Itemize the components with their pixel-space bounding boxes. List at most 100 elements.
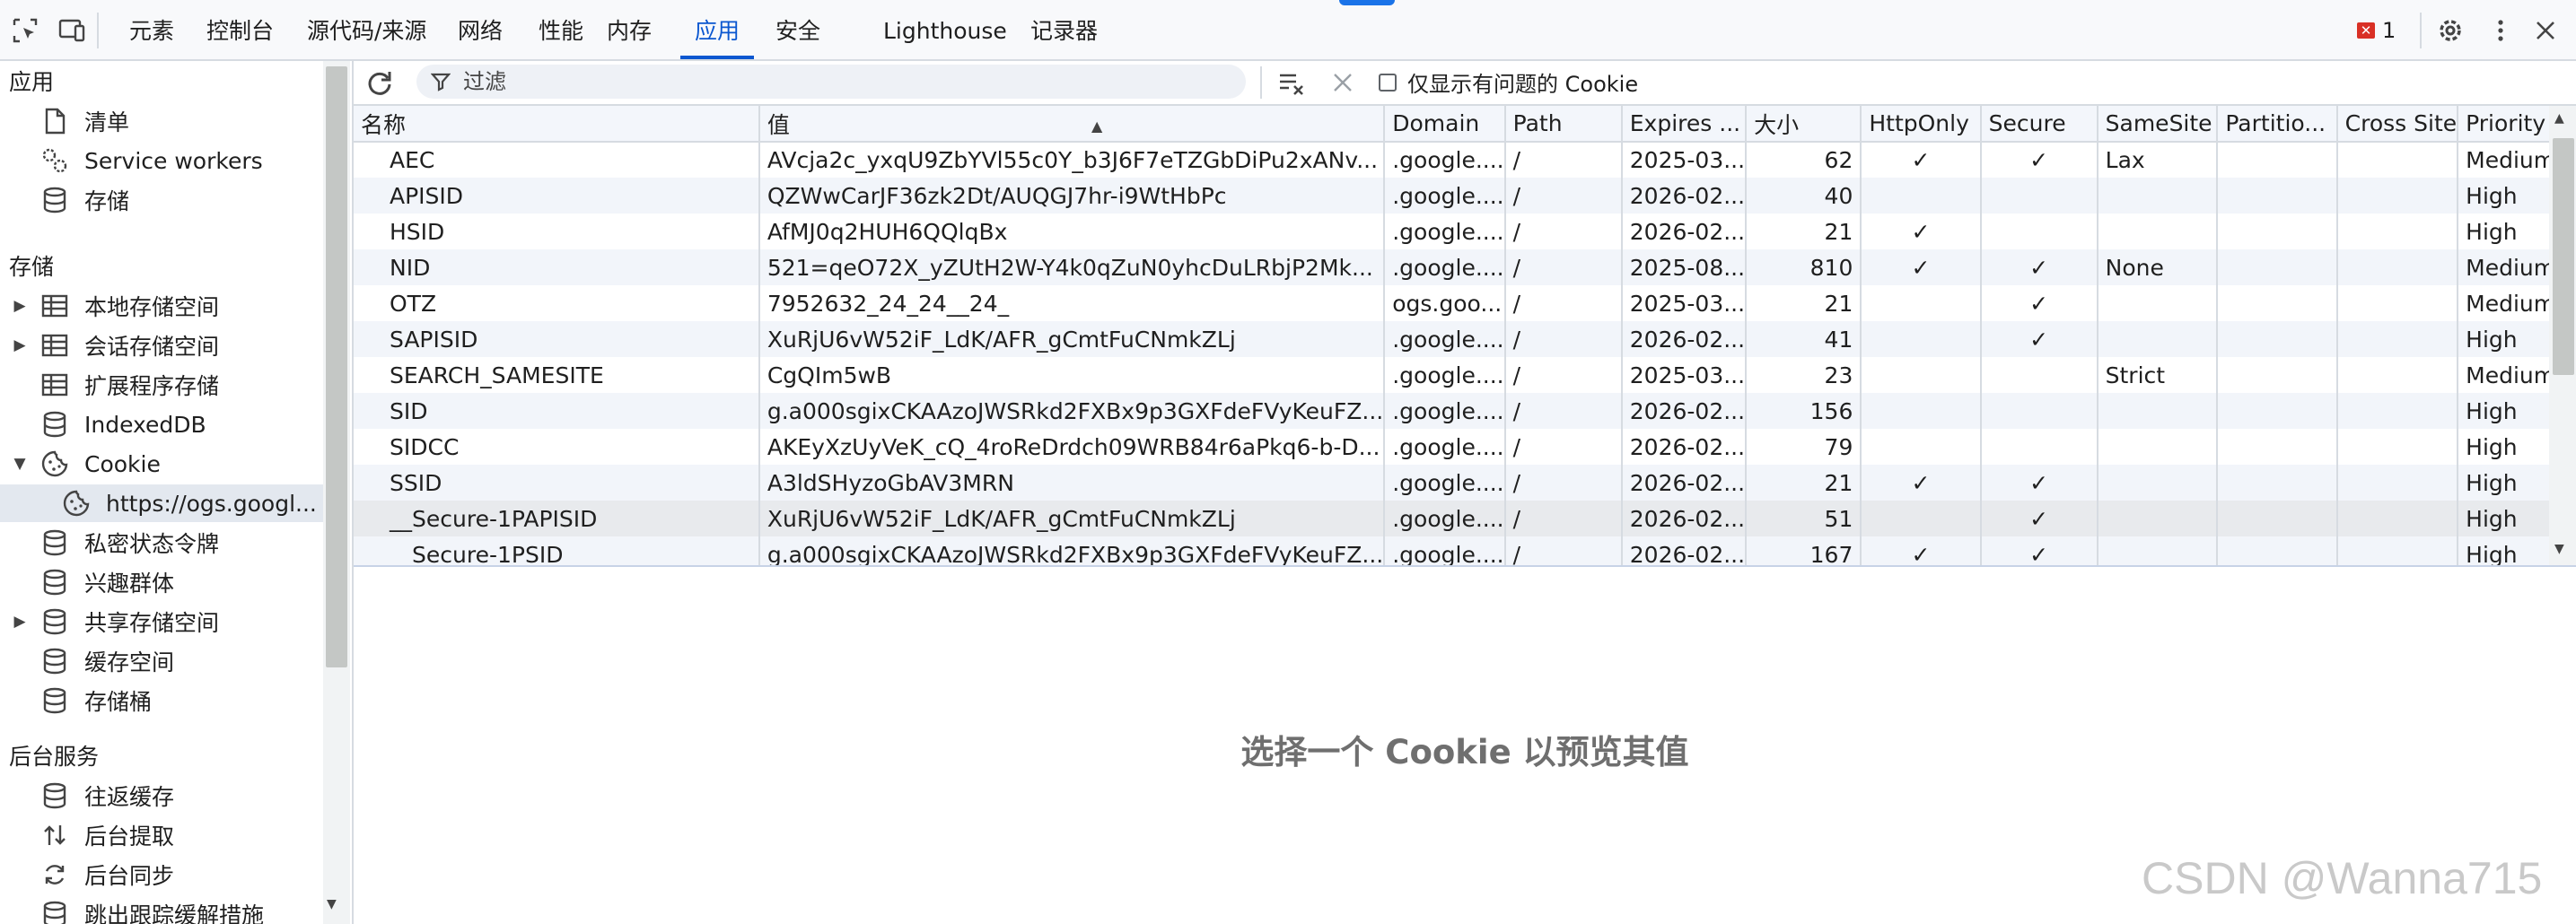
tab-item[interactable]: 应用 (680, 0, 755, 59)
sidebar-item[interactable]: ▼ Cookie (0, 445, 323, 483)
cookie-row[interactable]: OTZ 7952632_24_24__24_ ogs.goo.../2025-03.… (354, 285, 2576, 321)
column-header[interactable]: Path (1504, 106, 1623, 143)
expand-arrow-icon[interactable]: ▶ (11, 297, 29, 315)
table-cell: / (1504, 465, 1623, 501)
error-counter[interactable]: ✕ 1 (2357, 18, 2396, 43)
scroll-up-icon[interactable]: ▲ (2554, 111, 2564, 126)
cookie-row[interactable]: SSID A3ldSHyzoGbAV3MRN .google..../2026-02… (354, 465, 2576, 501)
sidebar-item[interactable]: 存储 (0, 181, 323, 219)
table-cell: 2026-02... (1621, 536, 1748, 565)
sidebar-section-title: 存储 (9, 254, 55, 280)
cookie-row[interactable]: NID 521=qeO72X_yZUtH2W-Y4k0qZuN0yhcDuLRbj… (354, 249, 2576, 285)
delete-selected-icon[interactable] (1332, 72, 1354, 93)
cookie-row[interactable]: SID g.a000sgixCKAAzoJWSRkd2FXBx9p3GXFdeFV… (354, 393, 2576, 429)
tab-item[interactable]: 安全 (761, 0, 835, 59)
database-icon (39, 185, 70, 215)
column-header[interactable]: Secure (1980, 106, 2098, 143)
tab-item[interactable]: 内存 (592, 0, 666, 59)
tab-item[interactable]: 网络 (443, 0, 517, 59)
tab-item[interactable]: 源代码/来源 (293, 0, 441, 59)
table-cell (2336, 214, 2459, 249)
column-header[interactable]: HttpOnly (1861, 106, 1982, 143)
sidebar-item[interactable]: Service workers (0, 142, 323, 179)
expand-arrow-icon[interactable]: ▶ (11, 336, 29, 354)
table-cell: / (1504, 249, 1623, 285)
sidebar-item[interactable]: ▶ 会话存储空间 (0, 327, 323, 364)
column-header[interactable]: Cross Site (2336, 106, 2459, 143)
sidebar-item[interactable]: 私密状态令牌 (0, 524, 323, 562)
table-cell: ✓ (1980, 465, 2098, 501)
table-cell: AVcja2c_yxqU9ZbYVl55c0Y_b3J6F7eTZGbDiPu2… (758, 142, 1386, 178)
tab-item[interactable]: 性能 (524, 0, 598, 59)
table-cell: 2026-02... (1621, 501, 1748, 536)
sort-ascending-icon[interactable]: ▲ (1091, 118, 1102, 135)
close-icon[interactable] (2531, 16, 2560, 45)
column-header[interactable]: Domain (1384, 106, 1506, 143)
table-cell (1861, 321, 1982, 357)
application-sidebar: 应用 清单 Service workers 存储 存储 ▶ 本地存储空间 ▶ 会话存储空间 扩展程… (0, 61, 354, 924)
more-vertical-icon[interactable] (2486, 16, 2515, 45)
table-cell: 521=qeO72X_yZUtH2W-Y4k0qZuN0yhcDuLRbjP2M… (758, 249, 1386, 285)
cookie-row[interactable]: AEC AVcja2c_yxqU9ZbYVl55c0Y_b3J6F7eTZGbDi… (354, 142, 2576, 178)
column-header[interactable]: 值 (758, 106, 1386, 143)
sidebar-item[interactable]: 兴趣群体 (0, 563, 323, 601)
table-cell: / (1504, 285, 1623, 321)
tab-item[interactable]: 记录器 (1016, 0, 1112, 59)
column-header[interactable]: 名称 (354, 106, 760, 143)
inspect-element-icon[interactable] (11, 16, 39, 45)
sync-icon (39, 859, 70, 890)
device-toolbar-icon[interactable] (57, 16, 86, 45)
sidebar-item[interactable]: IndexedDB (0, 405, 323, 443)
scroll-down-icon[interactable]: ▼ (327, 897, 337, 911)
sidebar-item[interactable]: 后台同步 (0, 856, 323, 893)
sidebar-item[interactable]: 存储桶 (0, 682, 323, 719)
sidebar-item[interactable]: https://ogs.googl... (0, 484, 323, 522)
cookie-row[interactable]: __Secure-1PSID g.a000sgixCKAAzoJWSRkd2FXB… (354, 536, 2576, 565)
filter-input[interactable] (461, 68, 1237, 95)
expand-arrow-icon[interactable]: ▶ (11, 613, 29, 631)
table-cell (2217, 393, 2338, 429)
sidebar-item[interactable]: 后台提取 (0, 816, 323, 854)
table-cell: AKEyXzUyVeK_cQ_4roReDrdch09WRB84r6aPkq6-… (758, 429, 1386, 465)
cookie-preview-placeholder: 选择一个 Cookie 以预览其值 (1240, 733, 1689, 771)
cookie-row[interactable]: SEARCH_SAMESITE CgQIm5wB .google..../2025-… (354, 357, 2576, 393)
column-header[interactable]: 大小 (1746, 106, 1862, 143)
scroll-down-icon[interactable]: ▼ (2554, 542, 2564, 556)
sidebar-item-label: 私密状态令牌 (84, 531, 220, 557)
drawer-handle[interactable] (1339, 0, 1395, 5)
settings-gear-icon[interactable] (2434, 14, 2466, 47)
column-header[interactable]: Partitio... (2217, 106, 2338, 143)
tab-item[interactable]: 控制台 (192, 0, 288, 59)
table-cell (2217, 465, 2338, 501)
column-header[interactable]: SameSite (2097, 106, 2219, 143)
filter-field[interactable] (416, 65, 1246, 99)
sidebar-item[interactable]: 缓存空间 (0, 642, 323, 680)
sidebar-item[interactable]: ▶ 共享存储空间 (0, 603, 323, 641)
table-cell: ✓ (1980, 536, 2098, 565)
cookie-row[interactable]: SAPISID XuRjU6vW52iF_LdK/AFR_gCmtFuCNmkZL… (354, 321, 2576, 357)
cookie-row[interactable]: __Secure-1PAPISID XuRjU6vW52iF_LdK/AFR_gC… (354, 501, 2576, 536)
table-cell: SEARCH_SAMESITE (354, 357, 760, 393)
table-scroll-thumb[interactable] (2553, 138, 2574, 375)
tab-item[interactable]: 元素 (115, 0, 188, 59)
sidebar-item[interactable]: ▶ 本地存储空间 (0, 287, 323, 325)
cookie-row[interactable]: HSID AfMJ0q2HUH6QQlqBx .google..../2026-02… (354, 214, 2576, 249)
sidebar-item[interactable]: 扩展程序存储 (0, 366, 323, 404)
sidebar-scroll-thumb[interactable] (326, 66, 347, 667)
table-cell: .google.... (1384, 465, 1506, 501)
refresh-icon[interactable] (364, 67, 395, 98)
checkbox-box[interactable] (1379, 73, 1397, 92)
table-grid-icon (39, 330, 70, 361)
sidebar-item[interactable]: 往返缓存 (0, 777, 323, 815)
cookie-row[interactable]: APISID QZWwCarJF36zk2Dt/AUQGJ7hr-i9WtHbPc… (354, 178, 2576, 214)
column-header[interactable]: Expires ... (1621, 106, 1748, 143)
tab-item[interactable]: Lighthouse (869, 0, 1021, 59)
cookie-row[interactable]: SIDCC AKEyXzUyVeK_cQ_4roReDrdch09WRB84r6a… (354, 429, 2576, 465)
table-cell: 2025-03... (1621, 357, 1748, 393)
clear-all-icon[interactable] (1278, 70, 1307, 97)
sidebar-item[interactable]: 清单 (0, 102, 323, 140)
sidebar-item[interactable]: 跳出跟踪缓解措施 (0, 895, 323, 924)
table-cell: .google.... (1384, 178, 1506, 214)
collapse-arrow-icon[interactable]: ▼ (11, 455, 29, 473)
only-issues-checkbox[interactable]: 仅显示有问题的 Cookie (1379, 66, 1638, 98)
